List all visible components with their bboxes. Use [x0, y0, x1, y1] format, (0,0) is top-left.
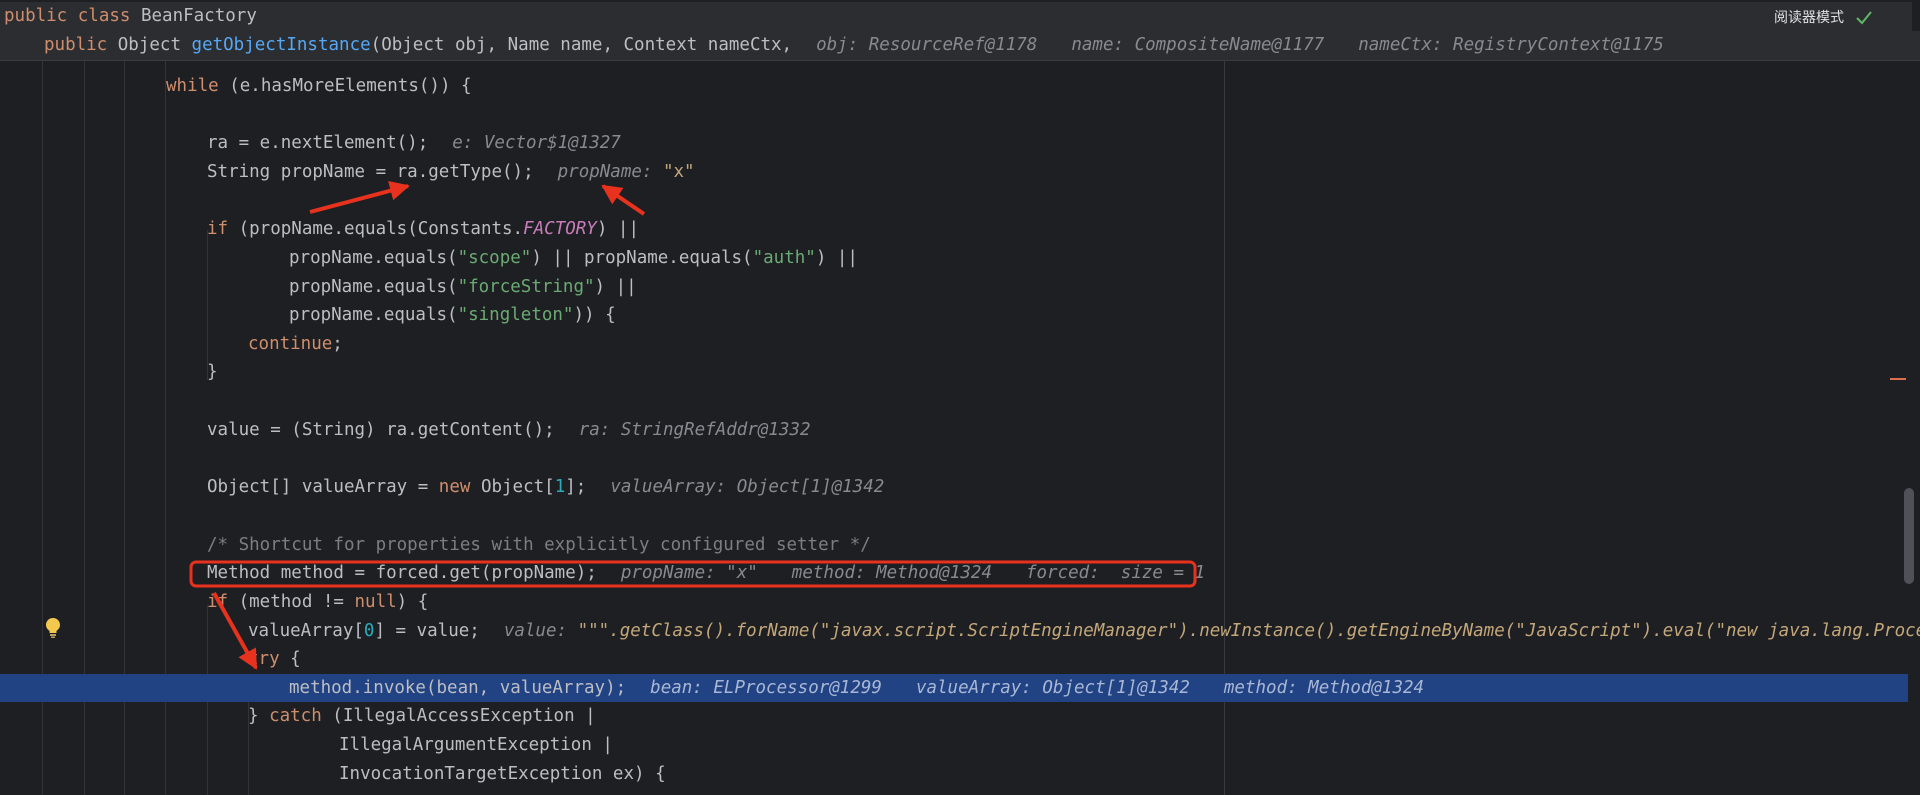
code-line[interactable]: valueArray[0] = value; value: """.getClas…	[0, 617, 1920, 645]
annotation-arrow	[309, 180, 410, 214]
code-text: propName.equals(	[289, 277, 458, 297]
bulb-icon[interactable]	[45, 617, 61, 639]
reader-mode-button[interactable]: 阅读器模式	[1774, 0, 1844, 36]
check-icon[interactable]	[1856, 11, 1872, 25]
string-literal: "forceString"	[457, 277, 595, 297]
code-line[interactable]: propName.equals("scope") || propName.equ…	[0, 244, 1908, 272]
code-line[interactable]: /* Shortcut for properties with explicit…	[0, 531, 1908, 559]
debug-hint: valueArray: Object[1]@1342	[610, 477, 885, 497]
method-params: (Object obj, Name name, Context nameCtx,	[370, 35, 793, 55]
code-line[interactable]: value = (String) ra.getContent(); ra: Str…	[0, 416, 1908, 444]
method-modifiers: public	[44, 35, 118, 55]
code-text: ) ||	[815, 248, 858, 268]
keyword: continue	[248, 334, 333, 354]
debug-hint-value: """.getClass().forName("javax.script.Scr…	[577, 621, 1920, 641]
code-text: propName.equals(	[289, 305, 458, 325]
debug-hint: nameCtx: RegistryContext@1175	[1358, 35, 1664, 55]
code-text: Object[	[470, 477, 555, 497]
code-text: method.invoke(bean, valueArray);	[289, 678, 627, 698]
sticky-class-declaration[interactable]: public class BeanFactory	[0, 2, 1912, 31]
annotation-arrow	[601, 184, 646, 216]
code-text: {	[279, 649, 301, 669]
debug-hint: forced: size = 1	[1025, 563, 1206, 583]
class-modifiers: public class	[4, 6, 141, 26]
debug-hint-name: propName:	[557, 162, 663, 182]
code-text: propName.equals(	[289, 248, 458, 268]
keyword: catch	[269, 706, 322, 726]
code-line[interactable]: } catch (IllegalAccessException |	[0, 702, 1908, 730]
keyword: if	[207, 592, 229, 612]
code-text: ];	[565, 477, 587, 497]
code-line[interactable]: InvocationTargetException ex) {	[0, 760, 1908, 788]
current-execution-line[interactable]: method.invoke(bean, valueArray); bean: EL…	[0, 674, 1908, 702]
code-text: IllegalArgumentException |	[339, 735, 613, 755]
debug-hint: name: CompositeName@1177	[1071, 35, 1325, 55]
code-editor[interactable]: public class BeanFactory public Object g…	[0, 0, 1920, 795]
code-text: (method !=	[228, 592, 355, 612]
code-line[interactable]: continue;	[0, 330, 1908, 358]
code-text: ) {	[396, 592, 429, 612]
number-literal: 0	[363, 621, 375, 641]
keyword: try	[248, 649, 280, 669]
keyword: if	[207, 219, 229, 239]
keyword: while	[166, 76, 219, 96]
code-text: (e.hasMoreElements()) {	[218, 76, 472, 96]
code-text: String propName = ra.getType();	[207, 162, 534, 182]
code-text: valueArray[	[248, 621, 364, 641]
error-stripe-mark[interactable]	[1890, 378, 1906, 380]
keyword: new	[438, 477, 471, 497]
debug-hint: propName: "x"	[620, 563, 758, 583]
code-text: ra = e.nextElement();	[207, 133, 429, 153]
code-line[interactable]: }	[0, 358, 1908, 386]
method-name: getObjectInstance	[191, 35, 371, 55]
debug-hint: obj: ResourceRef@1178	[816, 35, 1038, 55]
code-line[interactable]: if (propName.equals(Constants.FACTORY) |…	[0, 215, 1908, 243]
code-text: )) {	[573, 305, 616, 325]
string-literal: "scope"	[457, 248, 532, 268]
code-line[interactable]: propName.equals("forceString") ||	[0, 273, 1908, 301]
method-return-type: Object	[117, 35, 192, 55]
code-text: Object[] valueArray =	[207, 477, 439, 497]
string-literal: "singleton"	[457, 305, 574, 325]
vertical-scrollbar-thumb[interactable]	[1904, 488, 1914, 584]
code-text: ;	[332, 334, 343, 354]
code-line[interactable]: IllegalArgumentException |	[0, 731, 1908, 759]
code-comment: /* Shortcut for properties with explicit…	[207, 535, 871, 555]
code-line[interactable]: while (e.hasMoreElements()) {	[0, 72, 1908, 100]
sticky-method-declaration[interactable]: public Object getObjectInstance(Object o…	[0, 31, 1920, 61]
code-text: InvocationTargetException ex) {	[339, 764, 666, 784]
code-text: value = (String) ra.getContent();	[207, 420, 555, 440]
code-line[interactable]: Method method = forced.get(propName); pro…	[0, 559, 1908, 587]
string-literal: "auth"	[752, 248, 816, 268]
code-text: ] = value;	[374, 621, 480, 641]
debug-hint: ra: StringRefAddr@1332	[578, 420, 811, 440]
code-text: }	[248, 706, 270, 726]
debug-hint: e: Vector$1@1327	[452, 133, 621, 153]
code-text: ) ||	[596, 219, 640, 239]
debug-hint: method: Method@1324	[1223, 678, 1425, 698]
code-text: Method method = forced.get(propName);	[207, 563, 597, 583]
code-text: ) || propName.equals(	[531, 248, 753, 268]
code-line[interactable]: Object[] valueArray = new Object[1]; valu…	[0, 473, 1908, 501]
code-text: (IllegalAccessException |	[321, 706, 596, 726]
keyword: null	[354, 592, 397, 612]
code-text: ) ||	[594, 277, 637, 297]
number-literal: 1	[554, 477, 566, 497]
debug-hint-name: value:	[503, 621, 578, 641]
debug-hint: bean: ELProcessor@1299	[650, 678, 882, 698]
code-line[interactable]: propName.equals("singleton")) {	[0, 301, 1908, 329]
code-text: (propName.equals(Constants.	[228, 219, 524, 239]
code-line[interactable]: ra = e.nextElement(); e: Vector$1@1327	[0, 129, 1908, 157]
debug-hint-value: "x"	[662, 162, 695, 182]
class-name: BeanFactory	[140, 6, 257, 26]
code-line[interactable]: String propName = ra.getType(); propName:…	[0, 158, 1908, 186]
debug-hint: valueArray: Object[1]@1342	[915, 678, 1190, 698]
constant: FACTORY	[523, 219, 597, 239]
debug-hint: method: Method@1324	[791, 563, 992, 583]
code-line[interactable]: try {	[0, 645, 1908, 673]
code-text: }	[207, 362, 218, 382]
code-line[interactable]: if (method != null) {	[0, 588, 1908, 616]
